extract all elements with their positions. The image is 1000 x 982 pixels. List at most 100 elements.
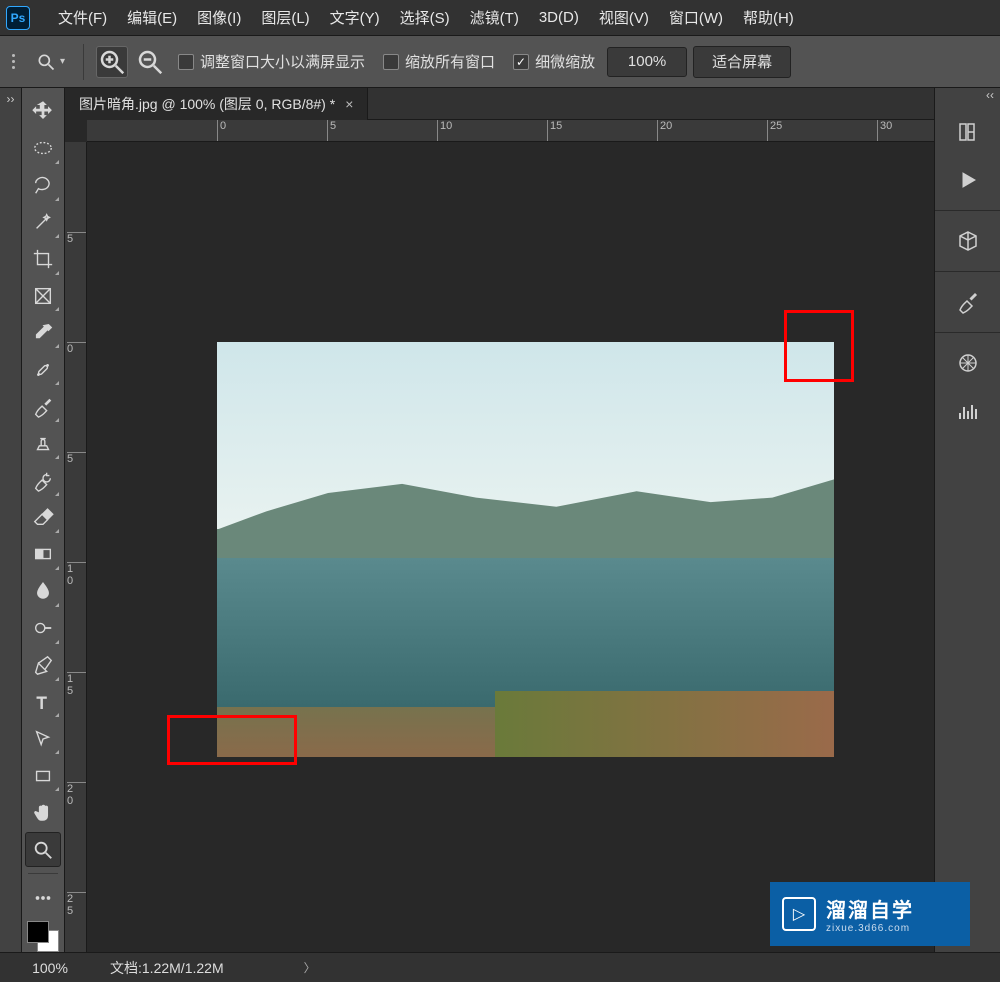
document-area: 图片暗角.jpg @ 100% (图层 0, RGB/8#) * × 0 5 1… — [65, 88, 934, 952]
menu-view[interactable]: 视图(V) — [589, 1, 659, 34]
ruler-h-label: 10 — [440, 120, 452, 132]
ruler-v-label: 2 5 — [67, 893, 73, 917]
rectangle-tool[interactable] — [25, 758, 61, 793]
canvas-viewport[interactable] — [87, 142, 934, 952]
zoom-out-button[interactable] — [134, 46, 166, 78]
chevron-down-icon: ▾ — [60, 56, 65, 67]
eyedropper-tool[interactable] — [25, 315, 61, 350]
clone-stamp-tool[interactable] — [25, 426, 61, 461]
edit-toolbar-button[interactable] — [25, 880, 61, 915]
ruler-h-label: 15 — [550, 120, 562, 132]
color-wheel-icon[interactable] — [943, 341, 992, 385]
zoom-percent-input[interactable]: 100% — [607, 47, 687, 77]
menu-file[interactable]: 文件(F) — [48, 1, 117, 34]
ruler-v-label: 5 — [67, 233, 73, 245]
brush-tool[interactable] — [25, 389, 61, 424]
status-flyout-icon[interactable]: 〉 — [304, 959, 316, 976]
ruler-v-label: 0 — [67, 343, 73, 355]
panel-separator — [935, 210, 1000, 211]
libraries-panel-icon[interactable] — [943, 110, 992, 154]
ruler-v-label: 1 0 — [67, 563, 73, 587]
app-icon: Ps — [6, 6, 30, 30]
menu-filter[interactable]: 滤镜(T) — [460, 1, 529, 34]
watermark-badge: ▷ 溜溜自学 zixue.3d66.com — [770, 882, 970, 946]
foreground-color-swatch[interactable] — [27, 921, 49, 943]
menu-window[interactable]: 窗口(W) — [659, 1, 733, 34]
ruler-v-label: 1 5 — [67, 673, 73, 697]
options-handle-icon[interactable] — [8, 50, 24, 73]
3d-panel-icon[interactable] — [943, 219, 992, 263]
menu-3d[interactable]: 3D(D) — [529, 3, 589, 32]
marquee-tool[interactable] — [25, 131, 61, 166]
histogram-icon[interactable] — [943, 389, 992, 433]
horizontal-ruler[interactable]: 0 5 10 15 20 25 30 — [87, 120, 934, 142]
lasso-tool[interactable] — [25, 168, 61, 203]
status-doc-size[interactable]: 文档:1.22M/1.22M — [110, 958, 224, 978]
chevron-right-icon: ›› — [7, 92, 15, 952]
scrubby-zoom-checkbox[interactable]: 细微缩放 — [507, 51, 601, 72]
divider — [83, 44, 84, 80]
canvas-image — [217, 342, 834, 757]
brush-panel-icon[interactable] — [943, 280, 992, 324]
document-tabs: 图片暗角.jpg @ 100% (图层 0, RGB/8#) * × — [65, 88, 934, 120]
zoom-in-button[interactable] — [96, 46, 128, 78]
magic-wand-tool[interactable] — [25, 205, 61, 240]
ruler-v-label: 5 — [67, 453, 73, 465]
healing-tool[interactable] — [25, 352, 61, 387]
scrubby-zoom-label: 细微缩放 — [535, 51, 595, 72]
actions-play-icon[interactable] — [943, 158, 992, 202]
current-tool-indicator[interactable]: ▾ — [30, 52, 71, 72]
menu-select[interactable]: 选择(S) — [390, 1, 460, 34]
document-tab[interactable]: 图片暗角.jpg @ 100% (图层 0, RGB/8#) * × — [65, 88, 368, 120]
right-panel-collapse[interactable]: ‹‹ — [935, 88, 1000, 108]
eraser-tool[interactable] — [25, 500, 61, 535]
app-icon-label: Ps — [11, 11, 26, 25]
path-select-tool[interactable] — [25, 721, 61, 756]
crop-tool[interactable] — [25, 242, 61, 277]
frame-tool[interactable] — [25, 279, 61, 314]
menu-help[interactable]: 帮助(H) — [733, 1, 804, 34]
annotation-box-top-right — [784, 310, 854, 382]
image-shore-region — [495, 691, 834, 757]
menu-edit[interactable]: 编辑(E) — [117, 1, 187, 34]
color-swatches[interactable] — [27, 921, 59, 952]
vertical-ruler[interactable]: 5 0 5 1 0 1 5 2 0 2 5 — [65, 142, 87, 952]
panel-separator — [935, 271, 1000, 272]
zoom-all-checkbox[interactable]: 缩放所有窗口 — [377, 51, 501, 72]
status-doc-label: 文档: — [110, 960, 142, 976]
menu-image[interactable]: 图像(I) — [187, 1, 251, 34]
ruler-v-label: 2 0 — [67, 783, 73, 807]
zoom-tool-icon — [36, 52, 56, 72]
fit-screen-button[interactable]: 适合屏幕 — [693, 46, 791, 78]
menu-layer[interactable]: 图层(L) — [251, 1, 319, 34]
ruler-h-label: 0 — [220, 120, 226, 132]
checkbox-checked-icon — [513, 54, 529, 70]
watermark-title: 溜溜自学 — [826, 894, 914, 923]
panel-separator — [935, 332, 1000, 333]
resize-window-checkbox[interactable]: 调整窗口大小以满屏显示 — [172, 51, 371, 72]
hand-tool[interactable] — [25, 795, 61, 830]
type-tool[interactable]: T — [25, 685, 61, 720]
tool-separator — [28, 873, 58, 874]
zoom-all-label: 缩放所有窗口 — [405, 51, 495, 72]
dodge-tool[interactable] — [25, 611, 61, 646]
status-bar: 100% 文档:1.22M/1.22M 〉 — [0, 952, 1000, 982]
close-tab-button[interactable]: × — [345, 96, 353, 112]
status-zoom-value[interactable]: 100% — [10, 960, 90, 976]
document-tab-title: 图片暗角.jpg @ 100% (图层 0, RGB/8#) * — [79, 94, 335, 114]
move-tool[interactable] — [25, 94, 61, 129]
watermark-logo-icon: ▷ — [782, 897, 816, 931]
ruler-h-label: 25 — [770, 120, 782, 132]
zoom-in-icon — [97, 47, 127, 77]
pen-tool[interactable] — [25, 648, 61, 683]
blur-tool[interactable] — [25, 574, 61, 609]
history-brush-tool[interactable] — [25, 463, 61, 498]
zoom-tool[interactable] — [25, 832, 61, 867]
options-bar: ▾ 调整窗口大小以满屏显示 缩放所有窗口 细微缩放 100% 适合屏幕 — [0, 36, 1000, 88]
menu-type[interactable]: 文字(Y) — [320, 1, 390, 34]
left-panel-expand[interactable]: ›› — [0, 88, 22, 952]
resize-window-label: 调整窗口大小以满屏显示 — [200, 51, 365, 72]
gradient-tool[interactable] — [25, 537, 61, 572]
tools-panel: T — [22, 88, 65, 952]
checkbox-icon — [178, 54, 194, 70]
